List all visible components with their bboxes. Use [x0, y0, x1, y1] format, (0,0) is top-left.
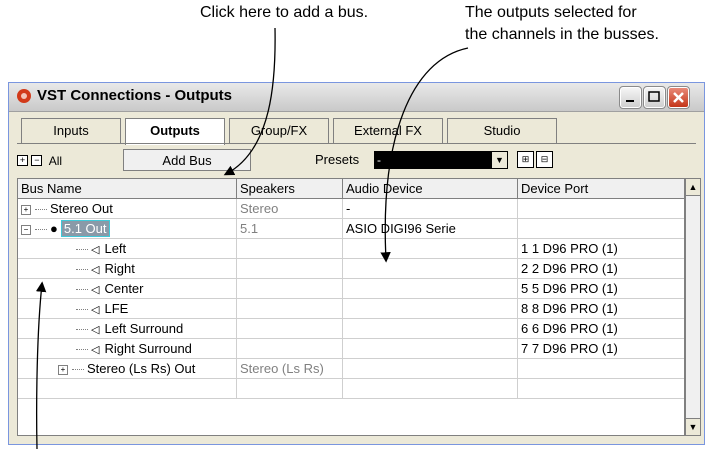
- arrow-to-add-bus: [223, 27, 276, 176]
- arrow-to-device-column: [380, 47, 469, 263]
- arrow-to-tree: [35, 281, 47, 449]
- callout-arrows: [35, 27, 469, 449]
